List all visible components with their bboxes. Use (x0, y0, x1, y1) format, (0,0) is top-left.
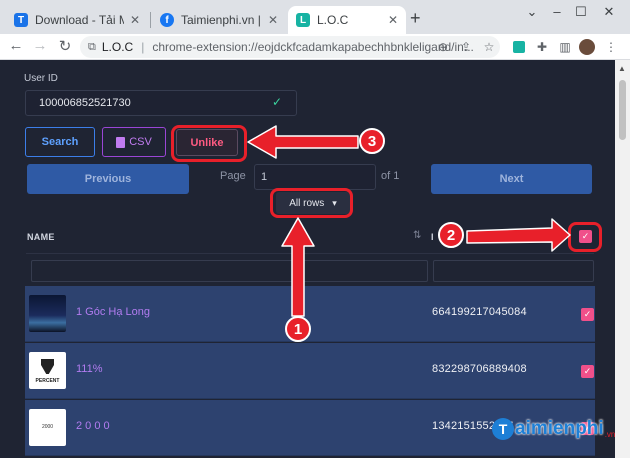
page-of-label: of 1 (381, 170, 400, 182)
highlight-unlike (171, 125, 247, 162)
next-button[interactable]: Next (431, 164, 592, 194)
step-badge-1: 1 (285, 316, 311, 342)
step-badge-3: 3 (359, 128, 385, 154)
taimienphi-watermark: T aimienphi .vn (492, 418, 615, 440)
tab-download[interactable]: T Download - Tải Miễn Phí ✕ (6, 6, 148, 34)
maximize-icon[interactable]: ☐ (569, 4, 593, 20)
tab-title: Taimienphi.vn | Faceboo (181, 13, 262, 27)
user-id-field[interactable]: 100006852521730 ✓ (25, 90, 297, 116)
row-id: 664199217045084 (432, 306, 527, 318)
bookmark-star-icon[interactable]: ☆ (480, 38, 498, 56)
tab-title: L.O.C (317, 13, 349, 27)
forward-icon[interactable]: → (30, 37, 50, 54)
tab-title: Download - Tải Miễn Phí (35, 13, 124, 27)
close-icon[interactable]: ✕ (130, 13, 140, 27)
side-panel-icon[interactable]: ▥ (556, 38, 574, 56)
step-badge-2: 2 (438, 222, 464, 248)
avatar-logo-text: PERCENT (35, 378, 60, 384)
scroll-up-icon[interactable]: ▲ (618, 64, 626, 73)
page-label: Page (220, 170, 246, 182)
watermark-suffix: .vn (604, 429, 616, 439)
check-icon: ✓ (271, 95, 282, 109)
page-value: 1 (261, 171, 268, 183)
row-id: 832298706889408 (432, 363, 527, 375)
user-id-value: 100006852521730 (39, 97, 131, 109)
new-tab-button[interactable]: + (410, 8, 421, 29)
browser-tab-strip: T Download - Tải Miễn Phí ✕ f Taimienphi… (0, 0, 630, 34)
close-window-icon[interactable]: ✕ (597, 4, 621, 20)
separator: | (141, 40, 145, 54)
highlight-select-all (568, 222, 602, 252)
watermark-text: aimienphi (515, 418, 604, 439)
file-icon (116, 136, 126, 148)
taimienphi-favicon-icon: T (14, 13, 28, 27)
avatar-logo-text: 2000 (41, 424, 54, 430)
page-input[interactable]: 1 (254, 164, 376, 190)
header-divider (26, 253, 594, 254)
back-icon[interactable]: ← (6, 37, 26, 54)
row-name[interactable]: 111% (76, 363, 103, 375)
id-filter-input[interactable] (433, 260, 594, 282)
page-avatar: 2000 (29, 409, 66, 446)
search-button[interactable]: Search (25, 127, 95, 157)
chevron-down-icon[interactable]: ⌄ (520, 4, 544, 20)
share-icon[interactable]: ⇪ (457, 38, 475, 56)
column-header-id[interactable]: I (431, 232, 434, 242)
highlight-rows-select (270, 188, 353, 218)
zoom-icon[interactable]: ⊕ (434, 38, 452, 56)
csv-button[interactable]: CSV (102, 127, 166, 157)
page-avatar (29, 295, 66, 332)
close-icon[interactable]: ✕ (388, 13, 398, 27)
page-avatar: PERCENT (29, 352, 66, 389)
row-name[interactable]: 2 0 0 0 (76, 420, 110, 432)
table-row[interactable]: PERCENT 111% 832298706889408 ✓ (25, 343, 595, 399)
tab-facebook[interactable]: f Taimienphi.vn | Faceboo ✕ (152, 6, 286, 34)
close-icon[interactable]: ✕ (268, 13, 278, 27)
watermark-logo-icon: T (492, 418, 514, 440)
tab-divider (150, 12, 151, 28)
row-checkbox[interactable]: ✓ (581, 365, 594, 378)
sort-icon[interactable]: ⇅ (413, 230, 421, 241)
name-filter-input[interactable] (31, 260, 428, 282)
puzzle-icon: ⧉ (88, 40, 96, 53)
profile-avatar[interactable] (578, 38, 596, 56)
previous-button[interactable]: Previous (27, 164, 189, 194)
user-id-label: User ID (24, 73, 58, 84)
loc-favicon-icon: L (296, 13, 310, 27)
loc-extension-icon[interactable] (510, 38, 528, 56)
extensions-puzzle-icon[interactable]: ✚ (533, 38, 551, 56)
menu-kebab-icon[interactable]: ⋮ (602, 38, 620, 56)
browser-toolbar: ← → ↻ ⧉ L.O.C | chrome-extension://eojdc… (0, 34, 630, 60)
csv-label: CSV (129, 136, 152, 148)
facebook-favicon-icon: f (160, 13, 174, 27)
reload-icon[interactable]: ↻ (55, 37, 75, 55)
column-header-name[interactable]: NAME (27, 232, 55, 242)
site-name: L.O.C (101, 40, 134, 54)
extension-page: User ID 100006852521730 ✓ Search CSV Unl… (0, 60, 630, 458)
scrollbar-thumb[interactable] (619, 80, 626, 140)
row-name[interactable]: 1 Góc Hạ Long (76, 306, 150, 318)
url-text: chrome-extension://eojdckfcadamkapabechh… (152, 40, 474, 54)
tab-loc[interactable]: L L.O.C ✕ (288, 6, 406, 34)
row-checkbox[interactable]: ✓ (581, 308, 594, 321)
minimize-icon[interactable]: – (545, 4, 569, 19)
page-scrollbar[interactable]: ▲ (615, 60, 630, 458)
